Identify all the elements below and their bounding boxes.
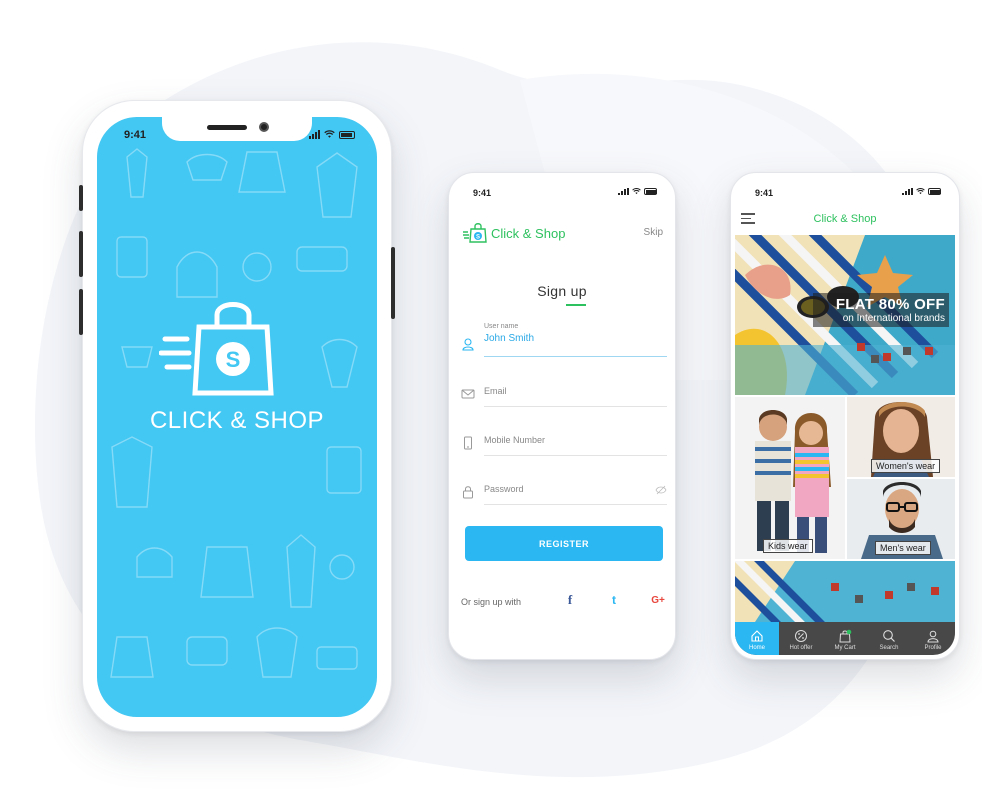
signal-icon [309,130,320,139]
bottom-tab-bar: Home Hot offer My Cart Search Profile [735,622,955,655]
power-button [391,247,395,319]
facebook-icon[interactable]: f [561,591,579,609]
category-tile-kids[interactable]: Kids wear [735,397,845,559]
google-plus-icon[interactable]: G+ [649,591,667,609]
banner-subline: on International brands [842,313,945,324]
signal-icon [902,188,913,195]
register-button[interactable]: REGISTER [465,526,663,561]
field-label: User name [484,323,519,330]
splash-screen: 9:41 S CLICK & SHOP [97,117,377,717]
home-icon [751,630,763,642]
status-icons [618,188,657,195]
signal-icon [618,188,629,195]
home-screen: 9:41 Click & Shop FLAT 80% OFF on Intern… [735,177,955,655]
notch [785,177,905,195]
status-time: 9:41 [473,188,492,198]
field-placeholder: Mobile Number [484,435,546,445]
tab-hot-offer[interactable]: Hot offer [779,622,823,655]
page-title: Sign up [537,283,587,299]
brand-logo: S Click & Shop [463,223,565,243]
svg-text:S: S [476,235,480,241]
skip-link[interactable]: Skip [644,227,663,238]
svg-text:S: S [226,347,241,372]
app-title: CLICK & SHOP [149,407,325,434]
wifi-icon [632,188,641,195]
lock-icon [463,486,473,499]
status-time: 9:41 [124,129,147,141]
tab-label: Home [748,645,765,651]
phone-icon [464,436,472,450]
home-phone: 9:41 Click & Shop FLAT 80% OFF on Intern… [730,172,960,660]
promo-strip-image [735,561,955,622]
wifi-icon [324,130,335,138]
mail-icon [461,389,475,399]
front-camera [259,122,269,132]
field-underline [484,406,667,407]
tab-home[interactable]: Home [735,622,779,655]
field-placeholder: Password [484,484,524,494]
silent-switch [79,185,83,211]
battery-icon [339,131,355,139]
tile-label: Kids wear [763,539,813,553]
speaker [207,125,247,130]
signup-phone: 9:41 S Click & Shop Skip Sign up User na… [448,172,676,660]
mobile-field[interactable]: Mobile Number [461,422,667,458]
field-underline [484,356,667,357]
status-icons [309,130,355,139]
tab-label: My Cart [834,645,856,651]
username-field[interactable]: User name John Smith [461,323,667,359]
status-icons [902,188,941,195]
battery-icon [928,188,941,195]
bag-icon [839,629,852,643]
field-placeholder: Email [484,386,507,396]
splash-phone: 9:41 S CLICK & SHOP [79,100,395,732]
status-time: 9:41 [755,188,774,198]
tab-label: Search [879,645,899,651]
email-field[interactable]: Email [461,373,667,409]
battery-icon [644,188,657,195]
tile-label: Women's wear [871,459,941,473]
tab-my-cart[interactable]: My Cart [823,622,867,655]
page-title: Click & Shop [813,213,877,225]
notch [502,177,622,195]
kids-image [735,397,845,559]
profile-icon [927,630,939,643]
wifi-icon [916,188,925,195]
tab-profile[interactable]: Profile [911,622,955,655]
promo-banner[interactable]: FLAT 80% OFF on International brands [735,235,955,395]
promo-strip[interactable] [735,561,955,622]
banner-headline: FLAT 80% OFF [835,296,945,313]
search-icon [883,630,895,642]
eye-off-icon[interactable] [655,485,667,495]
tile-label: Men's wear [875,541,931,555]
password-field[interactable]: Password [461,471,667,507]
field-underline [484,455,667,456]
field-underline [484,504,667,505]
tab-search[interactable]: Search [867,622,911,655]
social-label: Or sign up with [461,597,522,607]
category-tile-women[interactable]: Women's wear [847,397,955,477]
brand-name: Click & Shop [491,225,566,241]
tab-label: Hot offer [789,645,813,651]
volume-up-button [79,231,83,277]
title-underline [566,304,586,306]
volume-down-button [79,289,83,335]
banner-caption: FLAT 80% OFF on International brands [813,293,949,327]
signup-screen: 9:41 S Click & Shop Skip Sign up User na… [453,177,671,655]
category-tile-men[interactable]: Men's wear [847,479,955,559]
discount-icon [795,630,807,642]
shopping-bag-icon: S [463,223,487,243]
user-icon [462,338,474,351]
tab-label: Profile [924,645,942,651]
field-value: John Smith [484,333,535,344]
twitter-icon[interactable]: t [605,591,623,609]
shopping-bag-icon: S [159,302,274,396]
